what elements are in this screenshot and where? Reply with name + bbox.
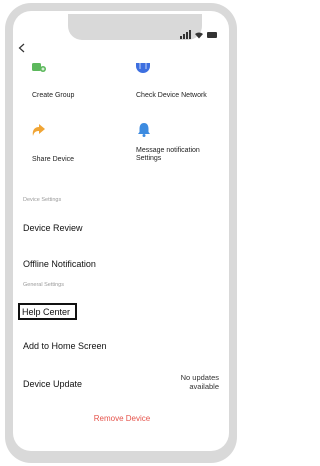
device-settings-section-label: Device Settings bbox=[23, 197, 62, 203]
remove-device-button[interactable]: Remove Device bbox=[0, 414, 244, 423]
chevron-left-icon bbox=[18, 43, 25, 53]
device-update-status: No updates available bbox=[181, 373, 219, 391]
device-update-status-line2: available bbox=[189, 382, 219, 391]
device-update-status-line1: No updates bbox=[180, 373, 219, 382]
create-group-icon bbox=[32, 63, 46, 72]
status-bar bbox=[180, 30, 218, 39]
device-review-row[interactable]: Device Review bbox=[23, 223, 218, 233]
globe-icon bbox=[136, 63, 150, 73]
back-button[interactable] bbox=[18, 41, 25, 55]
add-to-home-screen-row[interactable]: Add to Home Screen bbox=[23, 341, 218, 351]
check-network-label: Check Device Network bbox=[136, 92, 207, 99]
general-settings-section-label: General Settings bbox=[23, 282, 64, 288]
share-icon bbox=[32, 124, 45, 136]
message-notification-label-line1: Message notification bbox=[136, 147, 200, 154]
message-notification-label-line2: Settings bbox=[136, 155, 162, 162]
create-group-label: Create Group bbox=[32, 92, 75, 99]
battery-icon bbox=[207, 31, 217, 38]
wifi-icon bbox=[195, 31, 203, 38]
help-center-row[interactable]: Help Center bbox=[22, 307, 217, 317]
bell-icon bbox=[138, 123, 150, 137]
share-device-label: Share Device bbox=[32, 156, 75, 163]
offline-notification-row[interactable]: Offline Notification bbox=[23, 259, 218, 269]
signal-icon bbox=[180, 30, 191, 39]
